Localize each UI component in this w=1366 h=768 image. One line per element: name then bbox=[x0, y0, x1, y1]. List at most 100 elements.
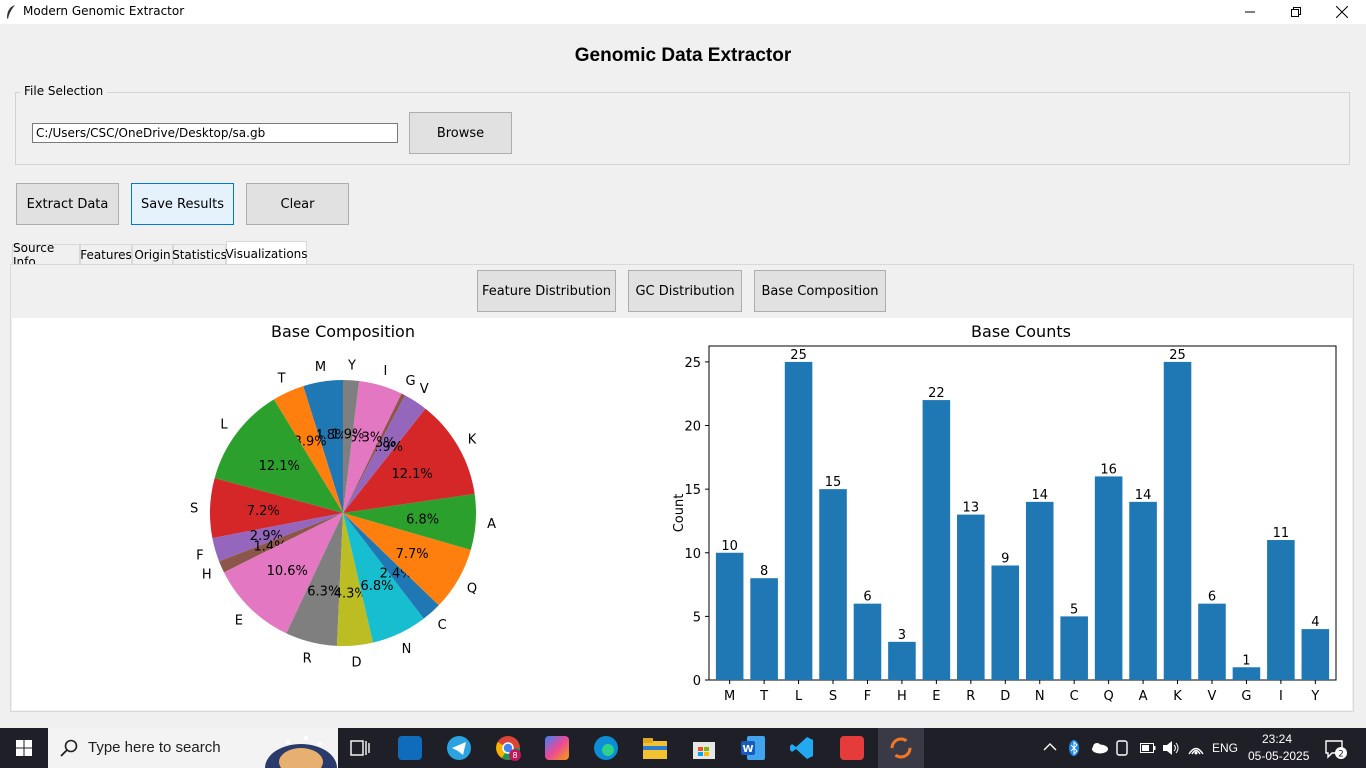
x-tick-label: T bbox=[759, 689, 768, 704]
search-highlight-icon bbox=[265, 736, 337, 768]
bar-C bbox=[1060, 616, 1088, 680]
pie-label: K bbox=[468, 433, 477, 448]
windows-start-icon[interactable] bbox=[16, 740, 32, 756]
chevron-up-icon[interactable] bbox=[1043, 742, 1057, 752]
pie-label: A bbox=[487, 517, 496, 532]
bar-S bbox=[819, 489, 847, 680]
bar-V bbox=[1198, 603, 1226, 680]
restore-button[interactable] bbox=[1273, 0, 1319, 24]
wifi-icon[interactable] bbox=[1188, 741, 1204, 755]
outlook-icon[interactable] bbox=[398, 736, 422, 760]
pdf-reader-icon[interactable] bbox=[840, 736, 864, 760]
bar-value-label: 14 bbox=[1031, 488, 1048, 503]
x-tick-label: Y bbox=[1310, 689, 1319, 704]
vscode-icon[interactable] bbox=[790, 736, 814, 760]
file-selection-label: File Selection bbox=[20, 84, 108, 98]
extract-data-button[interactable]: Extract Data bbox=[16, 183, 119, 225]
y-tick-label: 5 bbox=[693, 610, 701, 625]
bar-H bbox=[888, 641, 916, 680]
bar-value-label: 6 bbox=[1208, 590, 1216, 605]
file-explorer-icon[interactable] bbox=[643, 737, 667, 759]
tab-statistics[interactable]: Statistics bbox=[172, 244, 227, 264]
device-icon[interactable] bbox=[1116, 740, 1130, 756]
volume-icon[interactable] bbox=[1162, 740, 1180, 756]
file-path-input[interactable] bbox=[32, 123, 398, 143]
feature-distribution-button[interactable]: Feature Distribution bbox=[477, 270, 616, 312]
bar-R bbox=[957, 514, 985, 680]
clear-button[interactable]: Clear bbox=[246, 183, 349, 225]
chart-figure: Base Composition M 4.8% T 3.9% L 12.1% S 7.2% F 2… bbox=[12, 318, 1352, 710]
task-view-icon[interactable] bbox=[350, 738, 370, 758]
bar-Q bbox=[1094, 476, 1123, 680]
bar-value-label: 14 bbox=[1135, 488, 1152, 503]
tab-features[interactable]: Features bbox=[80, 244, 132, 264]
tab-source-info[interactable]: Source Info bbox=[12, 241, 80, 269]
pie-percent-label: 1.9% bbox=[331, 427, 364, 442]
clock-date[interactable]: 05-05-2025 bbox=[1248, 749, 1309, 763]
bar-value-label: 9 bbox=[1001, 551, 1009, 566]
python-tk-icon bbox=[890, 737, 912, 759]
y-tick-label: 10 bbox=[684, 547, 701, 562]
pie-percent-label: 7.2% bbox=[247, 504, 280, 519]
store-icon[interactable] bbox=[692, 736, 716, 760]
edge-icon[interactable] bbox=[594, 736, 618, 760]
taskbar-search[interactable]: Type here to search bbox=[48, 728, 338, 768]
pie-label: M bbox=[315, 360, 326, 375]
bar-value-label: 1 bbox=[1242, 653, 1250, 668]
bar-value-label: 25 bbox=[1169, 348, 1186, 363]
bar-N bbox=[1025, 501, 1054, 680]
close-button[interactable] bbox=[1319, 0, 1365, 24]
pie-percent-label: 12.1% bbox=[259, 459, 300, 474]
bar-T bbox=[750, 578, 778, 680]
window-title: Modern Genomic Extractor bbox=[23, 4, 185, 18]
battery-icon[interactable] bbox=[1140, 742, 1156, 754]
bar-value-label: 15 bbox=[825, 475, 842, 490]
clock-time[interactable]: 23:24 bbox=[1262, 732, 1292, 746]
bar-E bbox=[922, 400, 951, 680]
pie-label: S bbox=[190, 501, 198, 516]
language-indicator[interactable]: ENG bbox=[1212, 741, 1238, 755]
pie-label: E bbox=[235, 614, 243, 629]
pie-label: D bbox=[352, 655, 362, 670]
bar-value-label: 6 bbox=[863, 590, 871, 605]
save-results-button[interactable]: Save Results bbox=[131, 183, 234, 225]
y-tick-label: 25 bbox=[684, 356, 701, 371]
x-tick-label: F bbox=[864, 689, 871, 704]
word-icon[interactable]: W bbox=[741, 736, 765, 760]
gc-distribution-button[interactable]: GC Distribution bbox=[628, 270, 742, 312]
notification-icon[interactable]: 2 bbox=[1324, 739, 1348, 759]
svg-text:W: W bbox=[742, 744, 753, 755]
bar-value-label: 22 bbox=[928, 386, 945, 401]
x-tick-label: E bbox=[932, 689, 940, 704]
chrome-icon[interactable]: 8 bbox=[496, 736, 522, 762]
x-tick-label: S bbox=[829, 689, 837, 704]
tab-visualizations[interactable]: Visualizations bbox=[225, 241, 308, 265]
taskbar: Type here to search 8 W ENG 23:24 05-05-… bbox=[0, 728, 1366, 768]
pie-label: I bbox=[383, 364, 387, 379]
bar-A bbox=[1129, 501, 1157, 680]
taskbar-active-app[interactable] bbox=[878, 728, 924, 768]
base-composition-button[interactable]: Base Composition bbox=[754, 270, 886, 312]
bar-Y bbox=[1301, 629, 1330, 680]
bar-M bbox=[715, 552, 744, 680]
x-tick-label: D bbox=[1000, 689, 1010, 704]
tab-origin[interactable]: Origin bbox=[132, 244, 173, 264]
minimize-button[interactable] bbox=[1227, 0, 1273, 24]
copilot-icon[interactable] bbox=[545, 736, 569, 760]
bar-chart-title: Base Counts bbox=[971, 322, 1071, 341]
bar-value-label: 10 bbox=[721, 539, 738, 554]
bar-value-label: 3 bbox=[898, 628, 906, 643]
bar-chart: 051015202510M8T25L15S6F3H22E13R9D14N5C16… bbox=[672, 345, 1337, 704]
onedrive-icon[interactable] bbox=[1090, 742, 1108, 754]
restore-icon bbox=[1291, 7, 1301, 17]
x-tick-label: Q bbox=[1104, 689, 1114, 704]
pie-label: R bbox=[303, 652, 312, 667]
browse-button[interactable]: Browse bbox=[409, 112, 512, 154]
pie-percent-label: 12.1% bbox=[391, 467, 432, 482]
search-icon bbox=[60, 739, 78, 757]
x-tick-label: C bbox=[1070, 689, 1079, 704]
telegram-icon[interactable] bbox=[447, 736, 471, 760]
pie-label: T bbox=[277, 371, 286, 386]
x-tick-label: L bbox=[795, 689, 803, 704]
bluetooth-icon[interactable] bbox=[1069, 740, 1079, 756]
